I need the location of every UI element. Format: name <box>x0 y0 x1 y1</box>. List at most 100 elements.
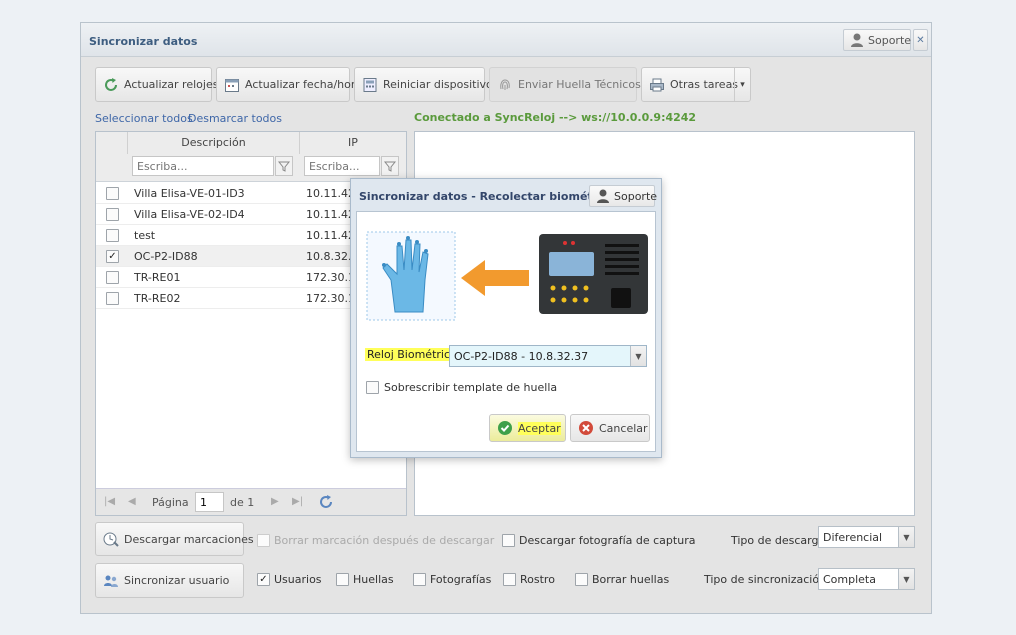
grid-header: Descripción IP <box>96 132 406 182</box>
users-label: Usuarios <box>274 573 322 586</box>
dialog-support-label: Soporte <box>614 189 658 203</box>
other-tasks-button[interactable]: Otras tareas ▾ <box>641 67 751 102</box>
calendar-icon <box>224 77 240 93</box>
fingerprints-label: Huellas <box>353 573 394 586</box>
filter-icon[interactable] <box>381 156 399 176</box>
download-photo-label: Descargar fotografía de captura <box>519 534 696 547</box>
cancel-circle-icon <box>578 420 594 436</box>
cancel-button[interactable]: Cancelar <box>570 414 650 442</box>
update-datetime-label: Actualizar fecha/hora <box>245 78 363 91</box>
row-description: TR-RE02 <box>134 292 181 305</box>
arrow-left-icon <box>461 258 529 298</box>
chevron-down-icon: ▼ <box>630 346 646 366</box>
row-checkbox[interactable] <box>106 208 119 221</box>
download-photo-checkbox[interactable] <box>502 534 515 547</box>
dialog-header: Sincronizar datos - Recolectar biométri.… <box>351 179 661 211</box>
window-header: Sincronizar datos Soporte ✕ <box>81 23 931 57</box>
chevron-down-icon[interactable]: ▾ <box>734 68 750 101</box>
printer-icon <box>649 77 665 93</box>
delete-fingerprints-label: Borrar huellas <box>592 573 670 586</box>
accept-button[interactable]: Aceptar <box>489 414 566 442</box>
column-header-ip[interactable]: IP <box>300 132 406 154</box>
support-button[interactable]: Soporte <box>843 29 911 51</box>
row-checkbox[interactable]: ✓ <box>106 250 119 263</box>
row-checkbox[interactable] <box>106 229 119 242</box>
select-all-link[interactable]: Seleccionar todos <box>95 112 193 125</box>
refresh-icon <box>103 77 119 93</box>
check-circle-icon <box>497 420 513 436</box>
update-clocks-button[interactable]: Actualizar relojes <box>95 67 218 102</box>
other-tasks-label: Otras tareas <box>670 78 739 91</box>
send-fingerprint-button[interactable]: Enviar Huella Técnicos <box>489 67 641 102</box>
dialog-title: Sincronizar datos - Recolectar biométri.… <box>359 190 615 203</box>
users-icon <box>103 573 119 589</box>
face-checkbox[interactable] <box>503 573 516 586</box>
calculator-icon <box>362 77 378 93</box>
send-fingerprint-label: Enviar Huella Técnicos <box>518 78 641 91</box>
last-page-icon[interactable]: ▶| <box>292 496 303 507</box>
refresh-icon[interactable] <box>318 494 334 513</box>
sync-type-select[interactable]: Completa ▼ <box>818 568 915 590</box>
overwrite-template-checkbox[interactable] <box>366 381 379 394</box>
download-marks-button[interactable]: Descargar marcaciones <box>95 522 254 556</box>
support-label: Soporte <box>868 33 912 47</box>
download-type-select[interactable]: Diferencial ▼ <box>818 526 915 548</box>
delete-after-download-checkbox[interactable] <box>257 534 270 547</box>
face-label: Rostro <box>520 573 555 586</box>
restart-device-button[interactable]: Reiniciar dispositivo <box>354 67 493 102</box>
sync-user-label: Sincronizar usuario <box>124 574 230 587</box>
accept-label: Aceptar <box>518 421 561 435</box>
photos-label: Fotografías <box>430 573 492 586</box>
dialog-body: Reloj Biométrico OC-P2-ID88 - 10.8.32.37… <box>356 211 656 452</box>
row-checkbox[interactable] <box>106 271 119 284</box>
dialog-support-button[interactable]: Soporte <box>589 185 658 207</box>
first-page-icon[interactable]: |◀ <box>104 496 115 507</box>
sync-user-button[interactable]: Sincronizar usuario <box>95 563 244 598</box>
page-count-label: de 1 <box>230 496 255 509</box>
row-description: test <box>134 229 156 242</box>
close-button[interactable]: ✕ <box>913 29 928 51</box>
row-description: OC-P2-ID88 <box>134 250 198 263</box>
download-type-value: Diferencial <box>823 530 883 544</box>
close-icon: ✕ <box>916 34 925 46</box>
delete-after-download-label: Borrar marcación después de descargar <box>274 534 495 547</box>
prev-page-icon[interactable]: ◀ <box>128 496 136 507</box>
biometric-clock-icon <box>539 234 648 314</box>
restart-device-label: Reiniciar dispositivo <box>383 78 493 91</box>
clock-icon <box>103 531 119 547</box>
chevron-down-icon: ▼ <box>898 527 914 547</box>
page-label: Página <box>152 496 189 509</box>
users-checkbox[interactable]: ✓ <box>257 573 270 586</box>
update-datetime-button[interactable]: Actualizar fecha/hora <box>216 67 362 102</box>
clock-select[interactable]: OC-P2-ID88 - 10.8.32.37 ▼ <box>449 345 647 367</box>
column-header-description[interactable]: Descripción <box>128 132 300 154</box>
deselect-all-link[interactable]: Desmarcar todos <box>188 112 282 125</box>
row-checkbox[interactable] <box>106 187 119 200</box>
photos-checkbox[interactable] <box>413 573 426 586</box>
delete-fingerprints-checkbox[interactable] <box>575 573 588 586</box>
support-user-icon <box>849 32 865 48</box>
sync-type-label: Tipo de sincronización <box>704 573 827 586</box>
fingerprints-checkbox[interactable] <box>336 573 349 586</box>
grid-pager: |◀ ◀ Página de 1 ▶ ▶| <box>96 488 406 515</box>
next-page-icon[interactable]: ▶ <box>271 496 279 507</box>
collect-biometrics-dialog: Sincronizar datos - Recolectar biométri.… <box>350 178 662 458</box>
row-checkbox[interactable] <box>106 292 119 305</box>
support-user-icon <box>595 188 611 204</box>
page-number-input[interactable] <box>195 492 224 512</box>
filter-icon[interactable] <box>275 156 293 176</box>
download-type-label: Tipo de descarga <box>731 534 826 547</box>
overwrite-template-label: Sobrescribir template de huella <box>384 381 558 394</box>
ip-filter-input[interactable] <box>304 156 380 176</box>
sync-type-value: Completa <box>823 572 876 586</box>
chevron-down-icon: ▼ <box>898 569 914 589</box>
row-description: TR-RE01 <box>134 271 181 284</box>
clock-select-value: OC-P2-ID88 - 10.8.32.37 <box>454 349 589 363</box>
window-title: Sincronizar datos <box>89 35 198 48</box>
description-filter-input[interactable] <box>132 156 274 176</box>
cancel-label: Cancelar <box>599 421 648 435</box>
checkbox-column-header <box>96 132 128 154</box>
hand-scan-icon <box>365 230 457 322</box>
row-description: Villa Elisa-VE-01-ID3 <box>134 187 245 200</box>
fingerprint-icon <box>497 77 513 93</box>
